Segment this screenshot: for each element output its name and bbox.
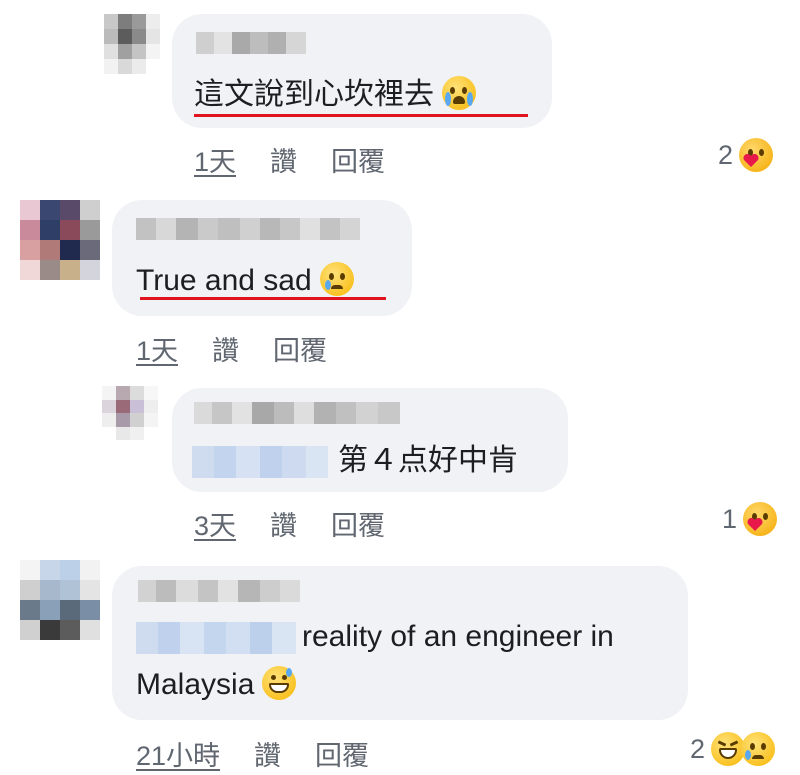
comment-bubble: True and sad	[112, 200, 412, 316]
timestamp-link[interactable]: 21小時	[136, 734, 220, 773]
crying-face-icon	[319, 262, 354, 297]
commenter-name-redacted	[136, 218, 360, 240]
commenter-name-redacted	[196, 32, 306, 54]
avatar[interactable]	[102, 386, 158, 440]
reaction-count: 2	[718, 139, 734, 170]
comment-actions: 1天 讚 回覆	[194, 140, 419, 179]
like-button[interactable]: 讚	[254, 734, 281, 773]
care-emoji-icon	[743, 502, 778, 536]
grinning-face-with-sweat-icon	[262, 666, 297, 701]
reaction-summary[interactable]: 1	[722, 502, 778, 536]
like-button[interactable]: 讚	[270, 140, 297, 179]
comment-bubble: 這文說到心坎裡去	[172, 14, 552, 128]
comment-actions: 1天 讚 回覆	[136, 329, 361, 368]
reply-button[interactable]: 回覆	[331, 140, 385, 179]
comment-bubble: reality of an engineer in Malaysia	[112, 566, 688, 720]
comment-bubble: 第４点好中肯	[172, 388, 568, 492]
like-button[interactable]: 讚	[270, 504, 297, 543]
comment-text: 第４点好中肯	[338, 444, 518, 477]
comment-actions: 21小時 讚 回覆	[136, 734, 403, 773]
avatar[interactable]	[20, 560, 100, 640]
reaction-count: 2	[690, 733, 706, 764]
reply-button[interactable]: 回覆	[331, 504, 385, 543]
timestamp-link[interactable]: 3天	[194, 504, 236, 543]
mentioned-name-redacted	[192, 446, 328, 478]
comment-text: True and sad	[136, 262, 354, 300]
commenter-name-redacted	[194, 402, 400, 424]
care-emoji-icon	[739, 138, 774, 172]
reply-button[interactable]: 回覆	[273, 329, 327, 368]
red-underline	[140, 297, 386, 300]
avatar[interactable]	[104, 14, 160, 74]
red-underline	[194, 114, 528, 117]
reaction-count: 1	[722, 503, 738, 534]
comment-text-line-1: reality of an engineer in	[302, 620, 614, 653]
comment-actions: 3天 讚 回覆	[194, 504, 419, 543]
reply-button[interactable]: 回覆	[315, 734, 369, 773]
reaction-summary[interactable]: 2	[690, 732, 776, 766]
mentioned-name-redacted	[136, 622, 296, 654]
reaction-summary[interactable]: 2	[718, 138, 774, 172]
avatar[interactable]	[20, 200, 100, 280]
commenter-name-redacted	[138, 580, 300, 602]
comment-text: 這文說到心坎裡去	[194, 76, 476, 114]
sad-emoji-icon	[741, 732, 776, 766]
loudly-crying-face-icon	[442, 76, 476, 111]
laughing-emoji-icon	[711, 732, 746, 766]
like-button[interactable]: 讚	[212, 329, 239, 368]
timestamp-link[interactable]: 1天	[194, 140, 236, 179]
comment-text-line-2: Malaysia	[136, 666, 297, 704]
timestamp-link[interactable]: 1天	[136, 329, 178, 368]
